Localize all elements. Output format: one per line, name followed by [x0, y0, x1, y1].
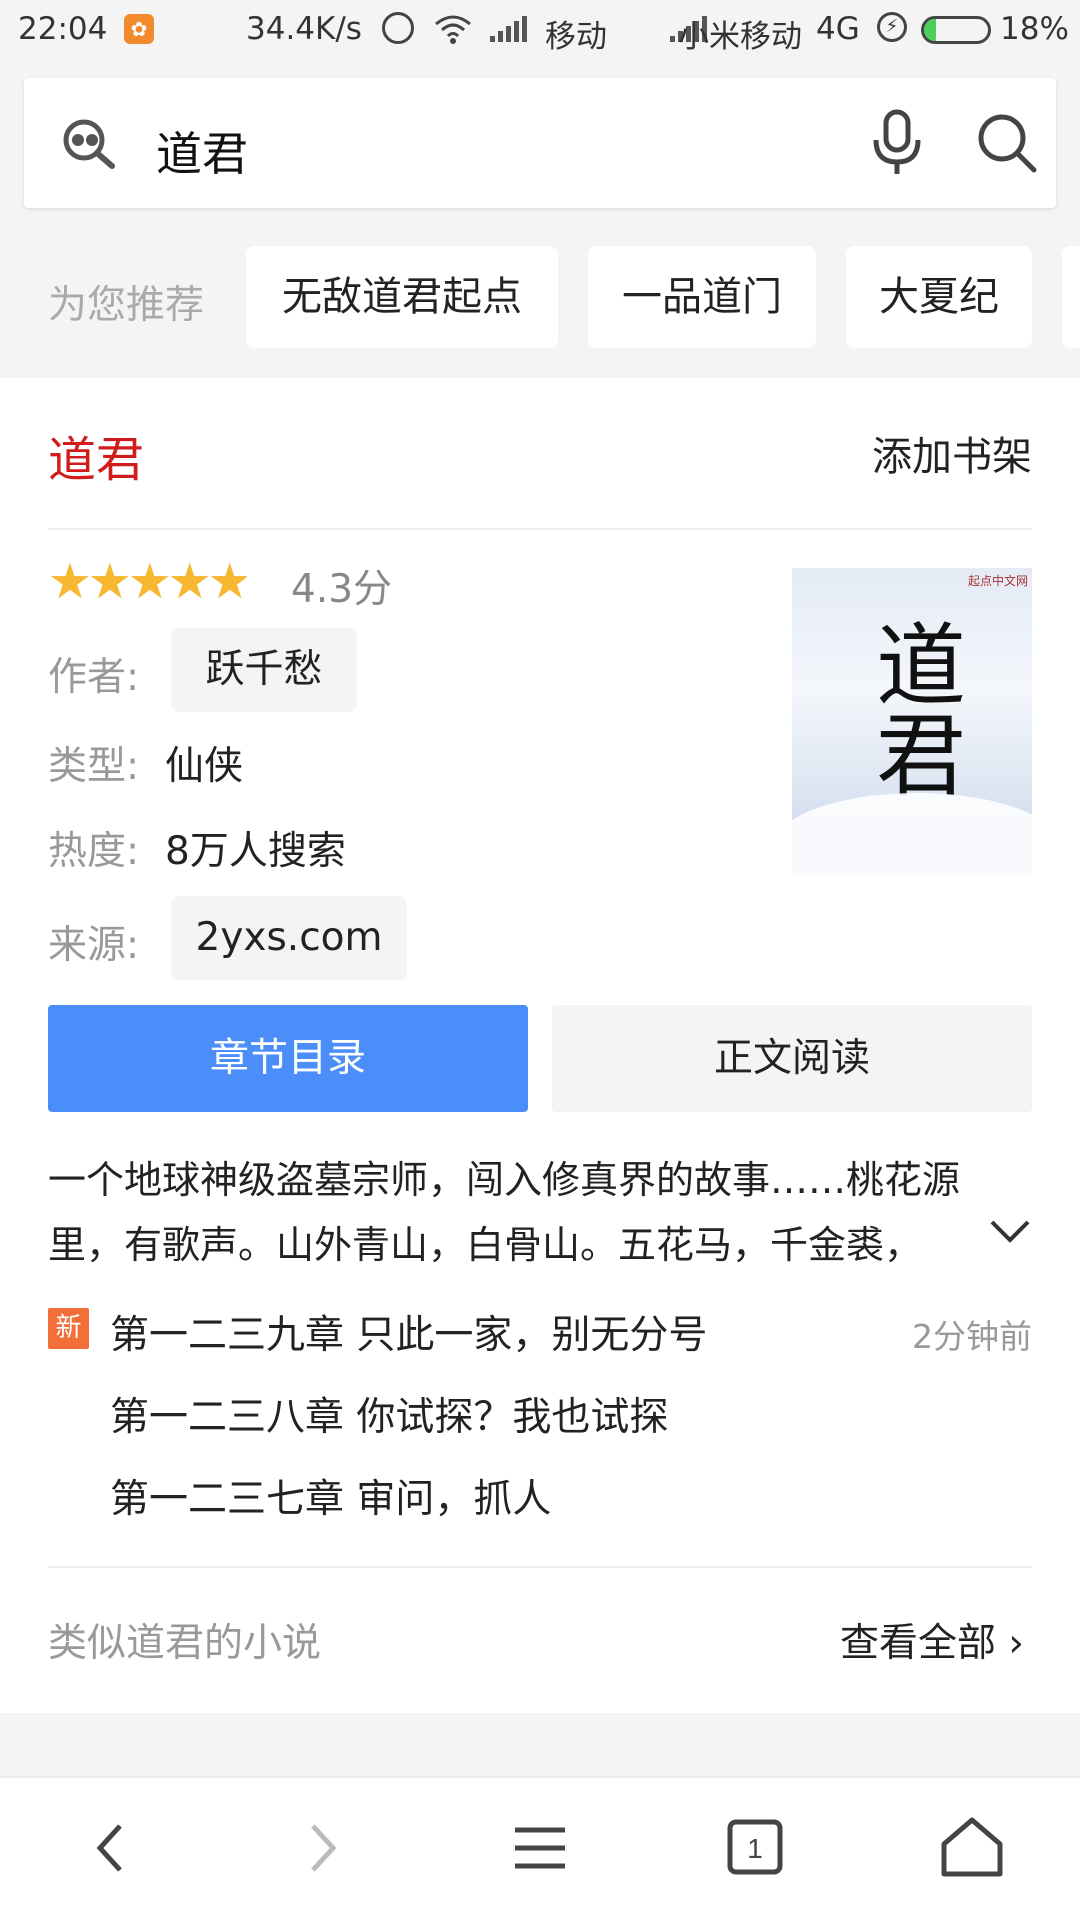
recommend-chip[interactable]: 大夏纪	[846, 246, 1032, 348]
star-rating: ★★★★★ ★★★★★	[48, 553, 252, 610]
new-badge: 新	[48, 1308, 89, 1349]
bottom-navigation: 1	[0, 1776, 1080, 1920]
back-icon[interactable]	[70, 1808, 150, 1888]
menu-icon[interactable]	[500, 1808, 580, 1888]
carrier-2: 小米移动	[678, 19, 802, 55]
battery-icon	[921, 16, 991, 44]
chevron-down-icon[interactable]	[982, 1208, 1038, 1254]
search-engine-logo-icon[interactable]	[60, 114, 118, 172]
recommend-chip[interactable]: 一品道门	[588, 246, 816, 348]
status-time: 22:04	[18, 11, 108, 47]
book-synopsis[interactable]: 一个地球神级盗墓宗师，闯入修真界的故事……桃花源里，有歌声。山外青山，白骨山。五…	[48, 1148, 1008, 1278]
search-icon[interactable]	[974, 110, 1040, 176]
read-text-button[interactable]: 正文阅读	[552, 1005, 1032, 1112]
microphone-icon[interactable]	[864, 108, 930, 178]
alarm-icon	[382, 12, 414, 44]
recommend-chip-partial[interactable]	[1062, 246, 1080, 348]
search-bar[interactable]: 道君	[24, 78, 1056, 208]
net-speed: 34.4K/s	[246, 11, 362, 47]
chevron-right-icon: ›	[1008, 1621, 1024, 1666]
tabs-icon[interactable]: 1	[715, 1808, 795, 1888]
chapter-link[interactable]: 第一二三九章 只此一家，别无分号	[110, 1304, 707, 1360]
author-link[interactable]: 跃千愁	[171, 628, 357, 712]
author-label: 作者:	[48, 655, 140, 700]
book-title[interactable]: 道君	[48, 420, 144, 490]
view-all-label: 查看全部	[839, 1621, 996, 1666]
cover-cloud	[792, 793, 1032, 873]
add-to-shelf-button[interactable]: 添加书架	[872, 424, 1032, 482]
recommend-chip[interactable]: 无敌道君起点	[246, 246, 558, 348]
svg-text:1: 1	[747, 1833, 763, 1864]
chapter-link[interactable]: 第一二三八章 你试探？我也试探	[110, 1386, 668, 1442]
recommend-label: 为您推荐	[48, 283, 205, 328]
cover-publisher-badge: 起点中文网	[968, 574, 1029, 588]
wifi-icon	[434, 14, 472, 51]
charging-icon: ⚡	[877, 12, 907, 42]
cover-title-art: 道君	[860, 618, 965, 798]
book-card: 道君 添加书架 ★★★★★ ★★★★★ 4.3分 作者: 跃千愁 类型: 仙侠 …	[0, 378, 1080, 1713]
chapter-link[interactable]: 第一二三七章 审问，抓人	[110, 1468, 551, 1524]
signal-icon	[488, 14, 527, 42]
chapter-time: 2分钟前	[912, 1317, 1032, 1356]
search-input[interactable]: 道君	[156, 118, 248, 184]
source-link[interactable]: 2yxs.com	[171, 896, 407, 980]
status-bar: 22:04 ✿ 34.4K/s 移动 小米移动 4G ⚡ 18%	[0, 0, 1080, 60]
battery-percent: 18%	[1000, 11, 1069, 47]
heat-label: 热度:	[48, 829, 140, 874]
uc-browser-icon: ✿	[124, 14, 154, 44]
carrier-1: 移动	[545, 19, 607, 55]
heat-value: 8万人搜索	[165, 829, 346, 874]
genre-value: 仙侠	[165, 744, 244, 789]
rating-score: 4.3分	[291, 567, 393, 612]
chapter-catalog-button[interactable]: 章节目录	[48, 1005, 528, 1112]
recommendation-row: 为您推荐 无敌道君起点 一品道门 大夏纪	[0, 244, 1080, 348]
divider	[48, 1566, 1032, 1568]
forward-icon[interactable]	[283, 1808, 363, 1888]
genre-label: 类型:	[48, 744, 140, 789]
view-all-link[interactable]: 查看全部 ›	[840, 1612, 1024, 1668]
home-icon[interactable]	[932, 1808, 1012, 1888]
similar-novels-label: 类似道君的小说	[48, 1621, 322, 1666]
source-label: 来源:	[48, 923, 140, 968]
divider	[48, 528, 1032, 530]
book-cover[interactable]: 起点中文网 道君	[792, 568, 1032, 873]
network-type: 4G	[816, 11, 860, 47]
